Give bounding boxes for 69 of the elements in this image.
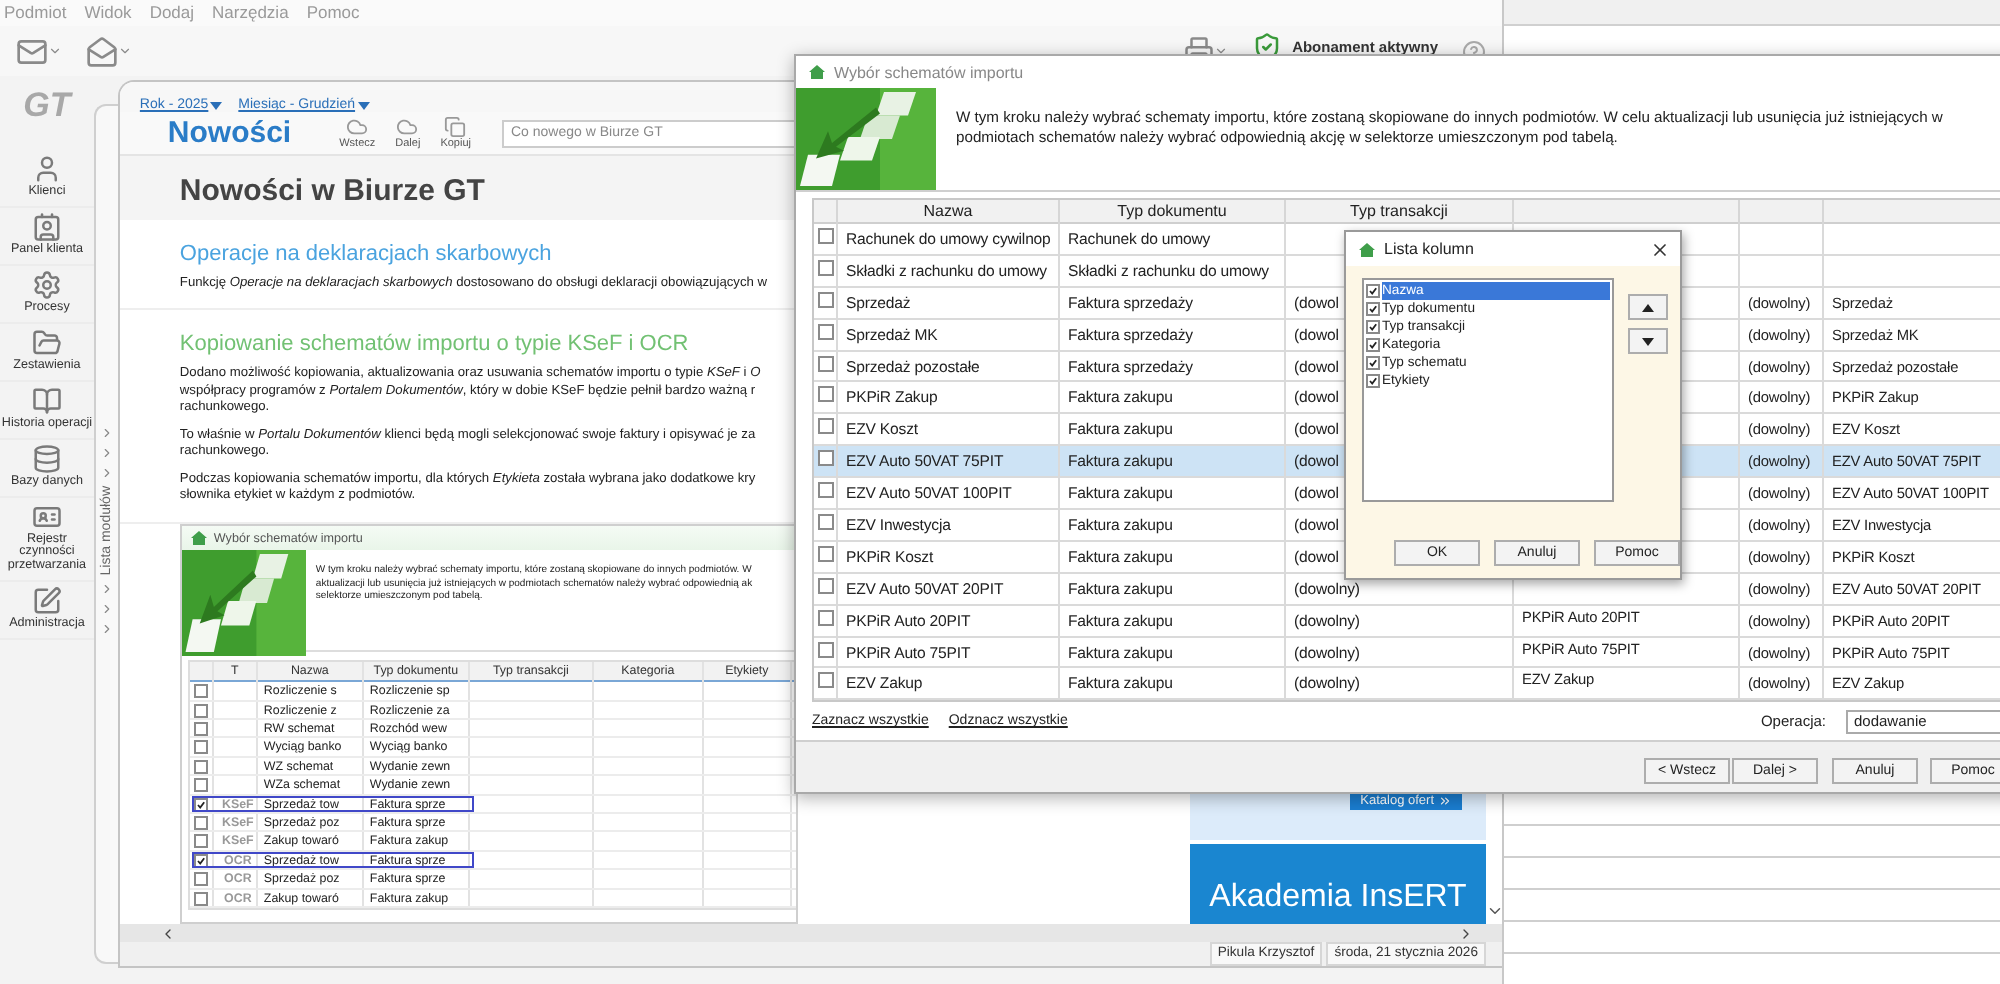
section-heading: Kopiowanie schematów importu o typie KSeF i OCR [179,332,689,357]
checkbox[interactable] [1366,302,1380,316]
checkbox[interactable] [817,323,833,340]
checkbox[interactable] [817,514,833,531]
checkbox[interactable] [817,386,833,403]
banner: Akademia InsERT [1190,844,1486,924]
envelope-icon [16,35,48,67]
dialog-title: Lista kolumn [1384,240,1474,258]
checkbox[interactable] [1366,356,1380,370]
app-icon [808,64,826,80]
checkbox[interactable] [817,641,833,658]
app-icon [189,530,208,547]
section-heading: Operacje na deklaracjach skarbowych [179,241,552,266]
checkbox[interactable] [817,228,833,244]
move-down-button[interactable] [1628,328,1668,354]
horizontal-scrollbar[interactable] [119,924,1502,942]
checkbox[interactable] [193,740,208,755]
checkbox[interactable] [193,872,208,887]
checkbox[interactable] [193,834,208,849]
id-card-icon [31,501,62,532]
copy-icon [444,116,467,138]
checkbox[interactable] [817,609,833,626]
checkbox[interactable] [193,816,208,831]
close-icon [1650,239,1670,259]
caret-icon [1214,44,1229,58]
checkbox[interactable] [1366,338,1380,352]
scroll-down-icon[interactable] [1485,902,1502,920]
pen-square-icon [31,586,62,617]
up-triangle-icon [1642,303,1654,311]
checkbox[interactable] [1366,374,1380,388]
checkbox[interactable] [1366,320,1380,334]
checkbox[interactable] [817,672,833,689]
checkbox[interactable] [193,703,208,718]
down-triangle-icon [1642,337,1654,345]
checkbox[interactable] [193,684,208,699]
mail-button[interactable] [16,35,62,67]
checkbox[interactable] [817,450,833,467]
move-up-button[interactable] [1628,294,1668,320]
checkbox[interactable] [817,291,833,308]
open-envelope-icon [86,35,118,67]
cloud-icon [346,116,369,138]
caret-icon [118,44,132,58]
database-icon [31,443,62,474]
scroll-right-icon[interactable] [1458,925,1474,941]
logo: GT [23,86,71,126]
contact-card-icon [31,211,62,242]
book-icon [31,385,62,416]
checkbox[interactable] [193,891,208,906]
caret-icon [48,44,62,58]
checkbox[interactable] [193,778,208,793]
open-mail-button[interactable] [86,35,132,67]
checkbox[interactable] [817,259,833,276]
checkbox[interactable] [817,355,833,372]
checkbox[interactable] [193,722,208,737]
checkbox[interactable] [817,482,833,499]
dialog-title: Wybór schematów importu [834,63,1024,81]
cloud-icon [396,116,419,138]
checkbox[interactable] [1366,284,1380,298]
gear-icon [31,269,62,300]
close-button[interactable] [1650,239,1670,259]
checkbox[interactable] [817,577,833,594]
app-icon [1358,241,1376,257]
checkbox[interactable] [193,759,208,774]
checkbox[interactable] [817,545,833,562]
page-header: Nowości [167,116,292,150]
user-icon [31,154,62,184]
folder-icon [31,327,62,358]
documents-drawing [181,550,306,657]
checkbox[interactable] [817,418,833,435]
